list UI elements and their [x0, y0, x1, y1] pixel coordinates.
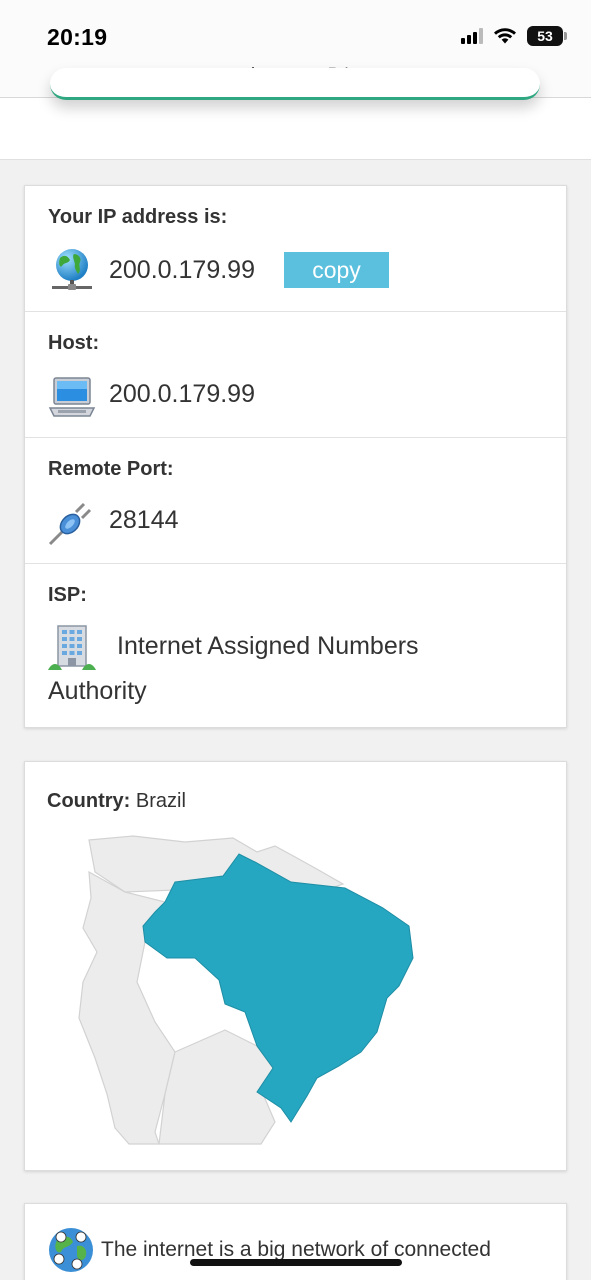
globe-network-icon	[52, 249, 92, 290]
port-value: 28144	[109, 506, 179, 534]
host-value: 200.0.179.99	[109, 380, 255, 408]
port-label: Remote Port:	[48, 458, 174, 480]
host-label: Host:	[48, 332, 100, 354]
laptop-icon	[48, 377, 96, 417]
isp-row: ISP: Internet Assigned Numbers Authority	[25, 564, 566, 729]
status-time: 20:19	[47, 24, 108, 50]
scrolled-button-edge[interactable]	[50, 68, 540, 100]
battery-icon: 53	[527, 26, 567, 46]
copy-button[interactable]: copy	[284, 252, 389, 288]
world-users-icon	[49, 1228, 93, 1272]
plug-icon	[48, 502, 92, 546]
isp-value-line1: Internet Assigned Numbers	[117, 632, 419, 660]
isp-value-line2: Authority	[48, 677, 147, 705]
ip-info-card: Your IP address is: 200.0.179.99 copy Ho…	[24, 185, 567, 728]
isp-label: ISP:	[48, 584, 87, 606]
port-row: Remote Port: 28144	[25, 438, 566, 564]
country-map	[78, 835, 414, 1145]
ip-value: 200.0.179.99	[109, 256, 255, 284]
building-icon	[48, 625, 96, 670]
country-card: Country: Brazil	[24, 761, 567, 1171]
ip-label: Your IP address is:	[48, 206, 228, 228]
ip-row: Your IP address is: 200.0.179.99 copy	[25, 186, 566, 312]
home-indicator[interactable]	[190, 1259, 402, 1266]
host-row: Host: 200.0.179.99	[25, 312, 566, 438]
wifi-icon	[494, 28, 516, 44]
country-line: Country: Brazil	[47, 790, 186, 813]
signal-icon	[461, 28, 483, 44]
country-label: Country:	[47, 790, 131, 812]
status-icons: 53	[461, 26, 567, 46]
header-strip	[0, 68, 591, 160]
country-value: Brazil	[135, 790, 186, 812]
info-text-card: The internet is a big network of connect…	[24, 1203, 567, 1280]
